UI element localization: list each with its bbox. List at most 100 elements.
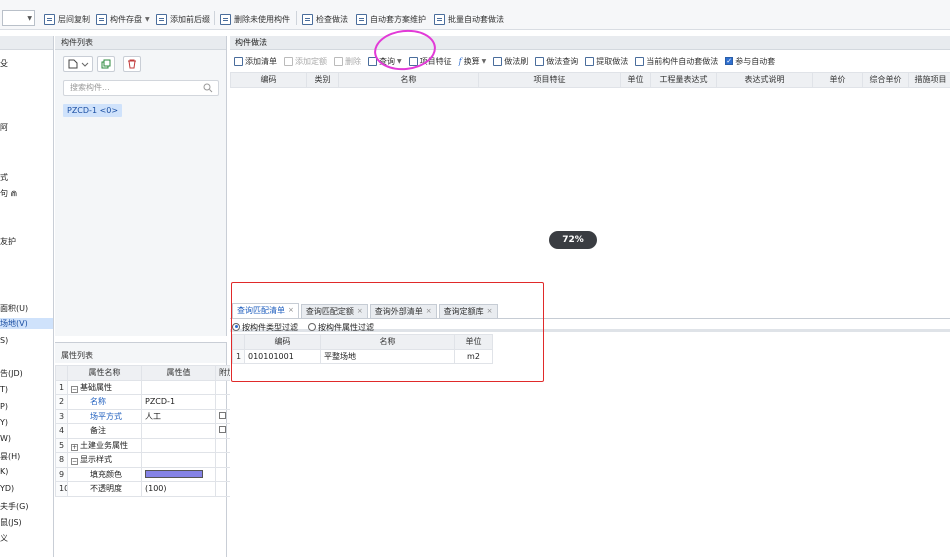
fill-color-swatch[interactable]	[145, 469, 203, 478]
auto-scheme-button[interactable]: 自动套方案维护	[356, 12, 426, 26]
tab-external-bill[interactable]: 查询外部清单 ×	[369, 304, 437, 318]
query-button[interactable]: 查询 ▼	[368, 56, 402, 67]
row-number: 9	[55, 466, 68, 482]
current-auto-apply-button[interactable]: 当前构件自动套做法	[635, 56, 718, 67]
prefix-icon	[156, 13, 167, 25]
tab-match-quota[interactable]: 查询匹配定额 ×	[300, 304, 368, 318]
filter-by-attr-radio[interactable]: 按构件属性过滤	[308, 322, 374, 333]
component-item-pzcd-1[interactable]: PZCD-1 <0>	[63, 104, 123, 117]
attr-value[interactable]: PZCD-1	[141, 394, 216, 410]
tab-match-bill[interactable]: 查询匹配清单 ×	[232, 303, 299, 318]
delete-component-button[interactable]	[123, 56, 141, 72]
tree-item[interactable]: 义	[0, 533, 8, 544]
tree-item[interactable]: 友护	[0, 236, 16, 247]
tree-item[interactable]: W)	[0, 434, 11, 443]
filter-by-type-radio[interactable]: 按构件类型过滤	[232, 322, 298, 333]
close-icon[interactable]: ×	[357, 305, 363, 318]
attribute-list-title: 属性列表	[55, 343, 226, 363]
delete-button[interactable]: 删除	[334, 56, 361, 67]
tree-item[interactable]: 殳	[0, 58, 8, 69]
component-search-placeholder: 搜索构件...	[70, 83, 110, 92]
table-row[interactable]: 1 010101001 平整场地 m2	[232, 348, 493, 364]
tree-item-site-leveling[interactable]: 场地(V)	[0, 318, 53, 329]
delete-label: 删除	[345, 56, 361, 66]
join-auto-apply-checkbox[interactable]: ✓ 参与自动套	[725, 56, 775, 67]
tree-item[interactable]: 鼠(JS)	[0, 517, 22, 528]
attr-value	[141, 452, 216, 468]
add-quota-button[interactable]: 添加定额	[284, 56, 327, 67]
attr-value[interactable]: (100)	[141, 481, 216, 497]
tree-item[interactable]: Y)	[0, 418, 8, 427]
radio-selected-icon	[232, 322, 240, 331]
attr-col-name: 属性名称	[67, 365, 142, 381]
close-icon[interactable]: ×	[288, 304, 294, 318]
scheme-icon	[356, 13, 367, 25]
attr-row[interactable]: 9 填充颜色	[55, 466, 236, 482]
query-label: 查询	[379, 56, 395, 66]
filter-options: 按构件类型过滤 按构件属性过滤	[232, 321, 374, 333]
check-method-button[interactable]: 检查做法	[302, 12, 348, 26]
attr-row[interactable]: 5 + 土建业务属性	[55, 437, 236, 453]
tree-item[interactable]: 告(JD)	[0, 368, 23, 379]
zoom-indicator: 72%	[549, 231, 597, 249]
convert-button[interactable]: f 换算 ▼	[459, 56, 487, 67]
convert-label: 换算	[463, 56, 480, 66]
add-prefix-suffix-label: 添加前后缀	[170, 14, 210, 24]
attr-row[interactable]: 8 − 显示样式	[55, 452, 236, 468]
component-search-input[interactable]: 搜索构件...	[63, 80, 219, 96]
delete-unused-button[interactable]: 删除未使用构件	[220, 12, 290, 26]
close-icon[interactable]: ×	[426, 305, 432, 318]
save-component-label: 构件存盘	[110, 14, 142, 24]
expand-icon[interactable]: +	[71, 443, 78, 451]
top-toolbar: ▼ 层间复制 构件存盘 ▼ 添加前后缀 删除未使用构件 检查做法 自动套方案维护…	[0, 0, 950, 30]
floor-select[interactable]: ▼	[2, 10, 35, 26]
new-document-icon	[68, 59, 89, 69]
attr-row[interactable]: 1 − 基础属性	[55, 379, 236, 395]
attr-row[interactable]: 4 备注	[55, 423, 236, 439]
attr-name: 土建业务属性	[80, 440, 128, 450]
component-list-panel: 构件列表 搜索构件... PZCD-1 <0>	[55, 36, 227, 336]
tree-item[interactable]: 夫手(G)	[0, 501, 28, 512]
close-icon[interactable]: ×	[487, 305, 493, 318]
new-component-button[interactable]	[63, 56, 93, 72]
tree-item[interactable]: K)	[0, 467, 8, 476]
attr-row[interactable]: 2 名称 PZCD-1	[55, 394, 236, 410]
tree-item[interactable]: 昙(H)	[0, 451, 20, 462]
extract-method-button[interactable]: 提取做法	[585, 56, 628, 67]
attr-row[interactable]: 10 不透明度 (100)	[55, 481, 236, 497]
attr-value[interactable]	[141, 423, 216, 439]
collapse-icon[interactable]: −	[71, 385, 78, 393]
q-col-name: 名称	[320, 334, 455, 350]
checkbox-checked-icon: ✓	[725, 57, 734, 65]
tab-quota-library[interactable]: 查询定额库 ×	[438, 304, 498, 318]
tree-item[interactable]: 句 ⋒	[0, 188, 17, 199]
floor-copy-button[interactable]: 层间复制	[44, 12, 90, 26]
add-bill-button[interactable]: 添加清单	[234, 56, 277, 67]
collapse-icon[interactable]: −	[71, 458, 78, 466]
attr-checkbox[interactable]	[219, 426, 226, 434]
copy-component-button[interactable]	[97, 56, 115, 72]
tree-item[interactable]: P)	[0, 402, 8, 411]
copy-icon	[44, 13, 55, 25]
tree-item[interactable]: S)	[0, 336, 8, 345]
save-component-button[interactable]: 构件存盘 ▼	[96, 12, 150, 26]
method-brush-button[interactable]: 做法刷	[493, 56, 528, 67]
tree-item[interactable]: 阿	[0, 122, 8, 133]
method-query-label: 做法查询	[546, 56, 579, 66]
batch-auto-button[interactable]: 批量自动套做法	[434, 12, 504, 26]
attr-checkbox[interactable]	[219, 411, 226, 419]
method-query-button[interactable]: 做法查询	[535, 56, 578, 67]
tree-item[interactable]: 面积(U)	[0, 303, 28, 314]
tab-label: 查询匹配清单	[237, 306, 285, 315]
row-number: 3	[55, 408, 68, 424]
tree-item[interactable]: YD)	[0, 484, 14, 493]
query-result-table: 编码 名称 单位 1 010101001 平整场地 m2	[232, 334, 493, 364]
tree-item[interactable]: 式	[0, 172, 8, 183]
attr-row[interactable]: 3 场平方式 人工	[55, 408, 236, 424]
tree-item[interactable]: T)	[0, 385, 8, 394]
delete-list-icon	[220, 13, 231, 25]
add-prefix-suffix-button[interactable]: 添加前后缀	[156, 12, 210, 26]
check-method-label: 检查做法	[316, 14, 348, 24]
attr-value[interactable]: 人工	[141, 408, 216, 424]
project-feature-button[interactable]: 项目特征	[408, 56, 452, 67]
